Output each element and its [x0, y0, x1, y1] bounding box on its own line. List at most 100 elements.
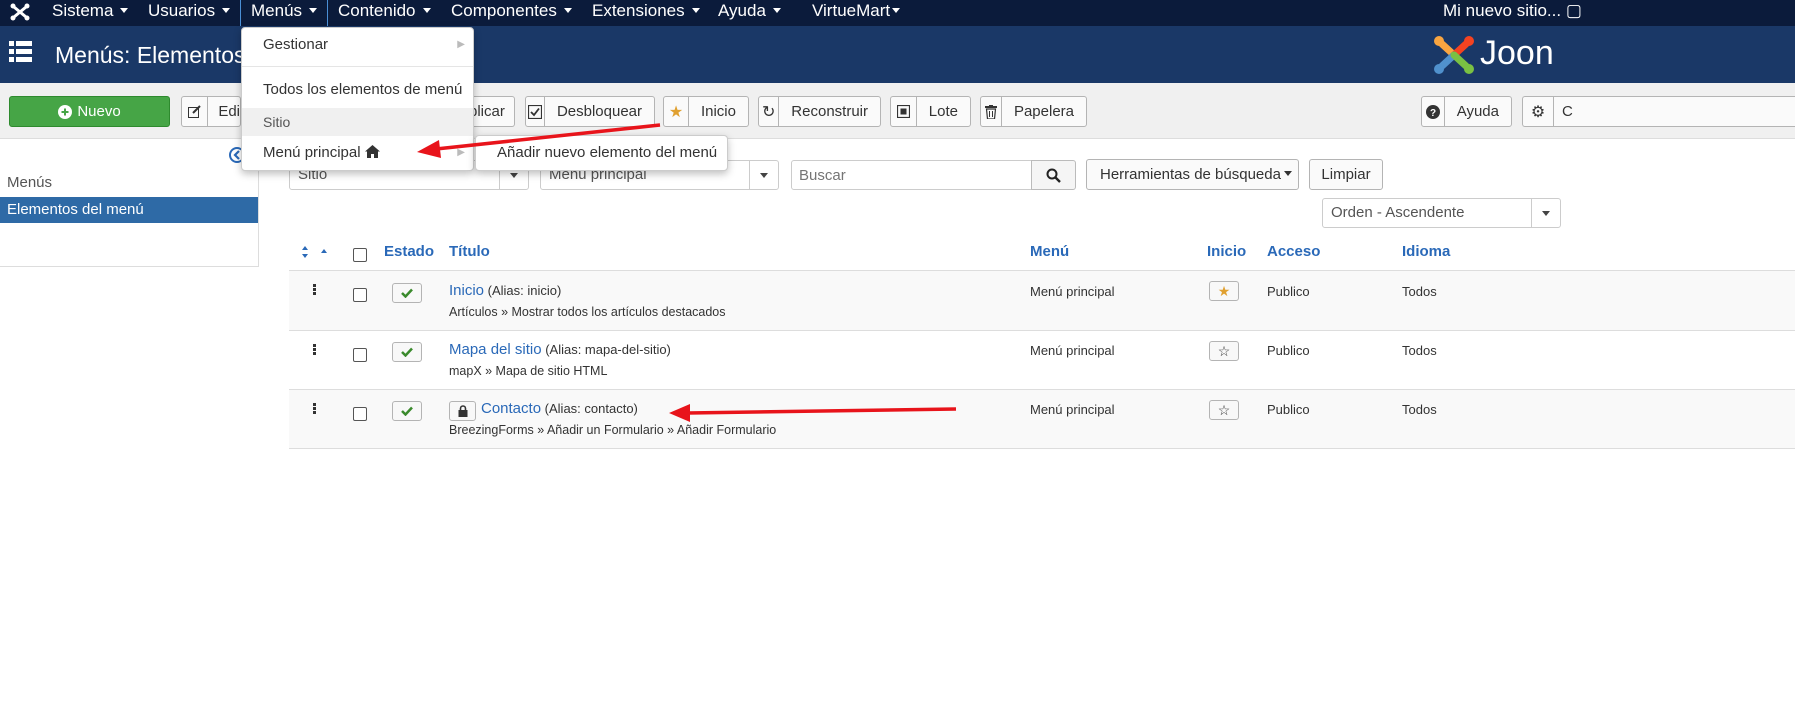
home-button-label: Inicio: [700, 103, 736, 120]
star-icon: ★: [664, 97, 689, 126]
drag-handle-icon[interactable]: [313, 284, 317, 296]
home-toggle[interactable]: ☆: [1209, 400, 1239, 420]
joomla-brand-icon: [1434, 36, 1474, 74]
menu-item-all-items[interactable]: Todos los elementos de menú: [242, 76, 473, 104]
help-button-label: Ayuda: [1456, 103, 1499, 120]
options-button[interactable]: ⚙ C: [1522, 96, 1795, 127]
home-icon: [364, 145, 380, 158]
trash-button[interactable]: Papelera: [980, 96, 1087, 127]
site-name-link[interactable]: Mi nuevo sitio... ▢: [1443, 0, 1582, 26]
item-title-link[interactable]: Inicio: [449, 282, 484, 299]
batch-button-label: Lote: [928, 103, 958, 120]
nav-usuarios[interactable]: Usuarios: [148, 0, 231, 26]
nav-sistema[interactable]: Sistema: [52, 0, 129, 26]
header-estado[interactable]: Estado: [384, 243, 434, 260]
home-toggle[interactable]: ☆: [1209, 341, 1239, 361]
caret-down-icon: [892, 7, 901, 13]
row-checkbox[interactable]: [353, 407, 367, 421]
nav-virtuemart-label: VirtueMart: [812, 1, 891, 20]
sidebar-item-menu-items[interactable]: Elementos del menú: [0, 197, 258, 223]
item-menu: Menú principal: [1030, 284, 1115, 299]
rebuild-button[interactable]: ↻ Reconstruir: [758, 96, 881, 127]
search-tools-label: Herramientas de búsqueda: [1100, 166, 1281, 183]
header-titulo[interactable]: Título: [449, 243, 490, 260]
select-all-checkbox[interactable]: [353, 248, 367, 262]
menu-item-manage[interactable]: Gestionar ▶: [242, 31, 473, 59]
check-icon: [401, 406, 413, 416]
new-button[interactable]: Nuevo: [9, 96, 170, 127]
caret-down-icon: [1283, 171, 1292, 177]
nav-componentes[interactable]: Componentes: [451, 0, 572, 26]
item-title-link[interactable]: Contacto: [481, 400, 541, 417]
header-menu[interactable]: Menú: [1030, 243, 1069, 260]
header-acceso[interactable]: Acceso: [1267, 243, 1320, 260]
item-language: Todos: [1402, 402, 1437, 417]
caret-down-icon: [120, 7, 129, 13]
edit-button[interactable]: Edi: [181, 96, 241, 127]
menu-item-main-menu-label: Menú principal: [263, 144, 361, 161]
nav-menus[interactable]: Menús: [240, 0, 329, 27]
sidebar: Menús Elementos del menú: [0, 139, 259, 267]
joomla-logo-icon[interactable]: [9, 2, 31, 22]
nav-contenido[interactable]: Contenido: [338, 0, 431, 26]
page-title: Menús: Elementos (: [55, 42, 260, 68]
item-type: Artículos » Mostrar todos los artículos …: [449, 305, 726, 319]
item-menu: Menú principal: [1030, 343, 1115, 358]
nav-usuarios-label: Usuarios: [148, 1, 216, 20]
item-type: BreezingForms » Añadir un Formulario » A…: [449, 423, 777, 437]
batch-square-icon: [891, 97, 917, 126]
menu-item-add-new[interactable]: Añadir nuevo elemento del menú: [476, 139, 727, 167]
menu-item-main-menu[interactable]: Menú principal ▶: [242, 139, 473, 167]
edit-icon: [182, 97, 209, 126]
search-tools-button[interactable]: Herramientas de búsqueda: [1086, 159, 1299, 190]
row-checkbox[interactable]: [353, 348, 367, 362]
caret-down-icon: [1531, 199, 1560, 227]
item-type: mapX » Mapa de sitio HTML: [449, 364, 608, 378]
item-access: Publico: [1267, 343, 1310, 358]
caret-down-icon: [772, 7, 781, 13]
star-outline-icon: ☆: [1217, 342, 1231, 359]
item-alias: (Alias: contacto): [544, 401, 638, 416]
nav-ayuda[interactable]: Ayuda: [718, 0, 781, 26]
nav-extensiones[interactable]: Extensiones: [592, 0, 700, 26]
batch-button[interactable]: Lote: [890, 96, 971, 127]
nav-componentes-label: Componentes: [451, 1, 557, 20]
nav-virtuemart[interactable]: VirtueMart: [812, 0, 901, 26]
help-button[interactable]: ? Ayuda: [1421, 96, 1512, 127]
rebuild-button-label: Reconstruir: [791, 103, 868, 120]
lock-icon: [458, 405, 467, 417]
gear-icon: ⚙: [1523, 97, 1554, 126]
svg-text:?: ?: [1430, 108, 1436, 119]
unlock-button[interactable]: Desbloquear: [525, 96, 655, 127]
caret-down-icon: [309, 7, 318, 13]
drag-handle-icon[interactable]: [313, 344, 317, 356]
trash-icon: [981, 97, 1002, 126]
item-title-link[interactable]: Mapa del sitio: [449, 341, 542, 358]
published-toggle[interactable]: [392, 401, 422, 421]
checked-out-lock-button[interactable]: [449, 401, 476, 421]
drag-handle-icon[interactable]: [313, 403, 317, 415]
item-access: Publico: [1267, 402, 1310, 417]
sidebar-item-menus[interactable]: Menús: [0, 170, 258, 196]
published-toggle[interactable]: [392, 342, 422, 362]
item-access: Publico: [1267, 284, 1310, 299]
order-select[interactable]: Orden - Ascendente: [1322, 198, 1561, 228]
sort-ordering-icon[interactable]: [301, 246, 329, 258]
row-checkbox[interactable]: [353, 288, 367, 302]
nav-contenido-label: Contenido: [338, 1, 416, 20]
nav-ayuda-label: Ayuda: [718, 1, 766, 20]
header-idioma[interactable]: Idioma: [1402, 243, 1450, 260]
menus-dropdown: Gestionar ▶ Todos los elementos de menú S…: [241, 27, 474, 171]
header-inicio[interactable]: Inicio: [1207, 243, 1246, 260]
check-icon: [401, 347, 413, 357]
caret-down-icon: [422, 7, 431, 13]
external-link-icon: ▢: [1565, 1, 1582, 20]
search-button[interactable]: [1031, 160, 1076, 190]
menu-divider: [242, 66, 473, 67]
clear-button[interactable]: Limpiar: [1309, 159, 1383, 190]
search-input[interactable]: [791, 160, 1032, 190]
home-toggle[interactable]: ★: [1209, 281, 1239, 301]
home-button[interactable]: ★ Inicio: [663, 96, 749, 127]
published-toggle[interactable]: [392, 283, 422, 303]
caret-down-icon: [691, 7, 700, 13]
